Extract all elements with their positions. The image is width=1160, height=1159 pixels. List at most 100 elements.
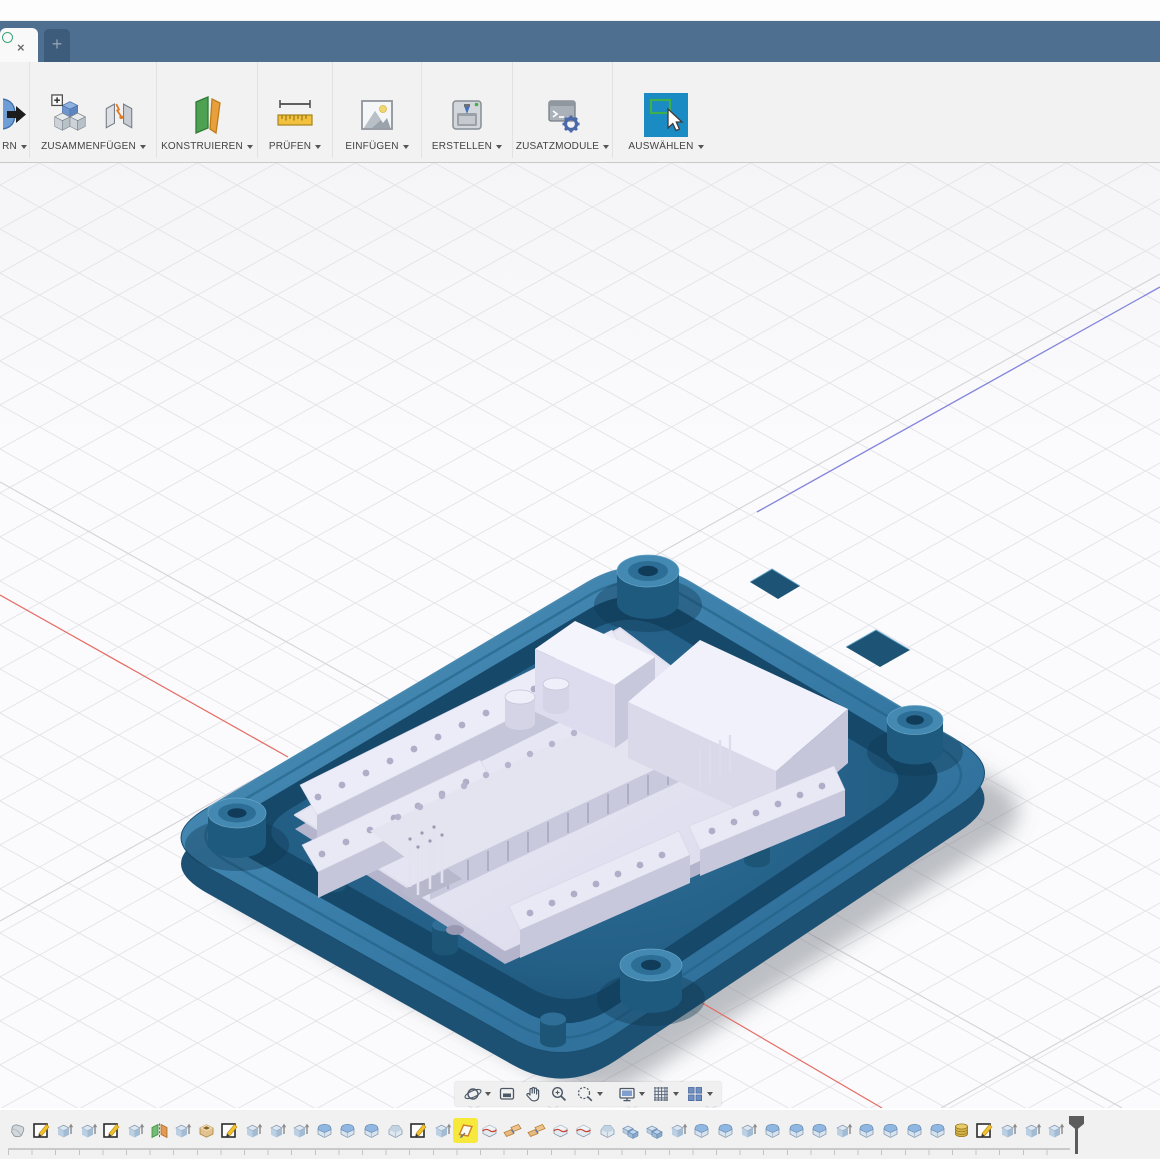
sketch-feature-icon[interactable] xyxy=(102,1121,121,1140)
pan-button[interactable] xyxy=(520,1082,546,1106)
new-tab-button[interactable]: + xyxy=(44,29,70,62)
mirror-feature-icon[interactable] xyxy=(150,1121,169,1140)
extrude-feature-icon[interactable] xyxy=(1046,1121,1065,1140)
sketch-feature-icon[interactable] xyxy=(32,1121,51,1140)
extrude-feature-icon[interactable] xyxy=(126,1121,145,1140)
extrude-feature-icon[interactable] xyxy=(834,1121,853,1140)
extrude-feature-icon[interactable] xyxy=(739,1121,758,1140)
split-feature-icon[interactable] xyxy=(574,1121,593,1140)
toolbar-group-inspect[interactable]: PRÜFEN xyxy=(258,62,333,158)
press-pull-icon[interactable] xyxy=(3,93,27,137)
extrude-feature-icon[interactable] xyxy=(244,1121,263,1140)
toolbar-group-label[interactable]: KONSTRUIEREN xyxy=(161,141,253,152)
fillet-feature-icon[interactable] xyxy=(928,1121,947,1140)
toolbar-group-label[interactable]: ZUSATZMODULE xyxy=(516,141,609,152)
extrude-feature-icon[interactable] xyxy=(999,1121,1018,1140)
chevron-down-icon xyxy=(673,1092,679,1096)
3d-print-icon[interactable] xyxy=(445,93,489,137)
sketch-feature-icon[interactable] xyxy=(409,1121,428,1140)
zoom-button[interactable] xyxy=(546,1082,572,1106)
toolbar-group-label[interactable]: ZUSAMMENFÜGEN xyxy=(41,141,146,152)
coil-feature-icon[interactable] xyxy=(952,1121,971,1140)
fusion360-window: × + RN xyxy=(0,0,1160,1159)
fillet-feature-icon[interactable] xyxy=(787,1121,806,1140)
extrude-feature-icon[interactable] xyxy=(433,1121,452,1140)
scripts-addins-icon[interactable] xyxy=(541,93,585,137)
sketch-feature-icon[interactable] xyxy=(220,1121,239,1140)
measure-icon[interactable] xyxy=(273,93,317,137)
chevron-down-icon xyxy=(639,1092,645,1096)
window-top-strip xyxy=(0,0,1160,21)
combine-feature-icon[interactable] xyxy=(645,1121,664,1140)
joint-icon[interactable] xyxy=(99,93,139,137)
chevron-down-icon xyxy=(698,145,704,149)
toolbar-group-construct[interactable]: KONSTRUIEREN xyxy=(157,62,258,158)
fillet-feature-icon[interactable] xyxy=(763,1121,782,1140)
timeline-track[interactable] xyxy=(8,1148,1070,1155)
zoom-icon xyxy=(549,1084,569,1104)
toolbar-group-addins[interactable]: ZUSATZMODULE xyxy=(513,62,613,158)
toolbar-group-label[interactable]: RN xyxy=(2,141,27,152)
grid-display-button[interactable] xyxy=(648,1082,682,1106)
extrude-feature-icon[interactable] xyxy=(79,1121,98,1140)
orbit-button[interactable] xyxy=(460,1082,494,1106)
construction-plane-icon[interactable] xyxy=(185,93,229,137)
fillet-feature-icon[interactable] xyxy=(716,1121,735,1140)
toolbar-group-label[interactable]: ERSTELLEN xyxy=(432,141,502,152)
grid-display-icon xyxy=(651,1084,671,1104)
display-settings-button[interactable] xyxy=(614,1082,648,1106)
extrude-feature-icon[interactable] xyxy=(55,1121,74,1140)
draft-feature-icon[interactable] xyxy=(503,1121,522,1140)
chevron-down-icon xyxy=(247,145,253,149)
tab-close-icon[interactable]: × xyxy=(17,41,25,54)
chevron-down-icon xyxy=(485,1092,491,1096)
zoom-window-button[interactable] xyxy=(572,1082,606,1106)
extrude-feature-icon[interactable] xyxy=(173,1121,192,1140)
fillet-feature-icon[interactable] xyxy=(857,1121,876,1140)
fillet-feature-icon[interactable] xyxy=(692,1121,711,1140)
toolbar-group-make[interactable]: ERSTELLEN xyxy=(422,62,513,158)
document-tab[interactable]: × xyxy=(0,28,38,62)
fillet-feature-icon[interactable] xyxy=(881,1121,900,1140)
extrude-feature-icon[interactable] xyxy=(268,1121,287,1140)
viewports-icon xyxy=(685,1084,705,1104)
toolbar-group-label[interactable]: AUSWÄHLEN xyxy=(628,141,703,152)
combine-feature-icon[interactable] xyxy=(621,1121,640,1140)
fillet-feature-icon[interactable] xyxy=(810,1121,829,1140)
fillet-feature-icon[interactable] xyxy=(362,1121,381,1140)
chamfer-feature-icon[interactable] xyxy=(386,1121,405,1140)
toolbar-group-select[interactable]: AUSWÄHLEN xyxy=(613,62,719,158)
display-settings-icon xyxy=(617,1084,637,1104)
toolbar-group-insert[interactable]: EINFÜGEN xyxy=(333,62,422,158)
form-feature-icon[interactable] xyxy=(8,1121,27,1140)
viewports-button[interactable] xyxy=(682,1082,716,1106)
chevron-down-icon xyxy=(403,145,409,149)
toolbar-group-assemble[interactable]: ZUSAMMENFÜGEN xyxy=(31,62,157,158)
pan-icon xyxy=(523,1084,543,1104)
plane-feature-icon[interactable] xyxy=(456,1121,475,1140)
fillet-feature-icon[interactable] xyxy=(338,1121,357,1140)
new-component-icon[interactable] xyxy=(49,93,91,137)
draft-feature-icon[interactable] xyxy=(527,1121,546,1140)
toolbar-group-modify-cropped[interactable]: RN xyxy=(0,62,30,158)
shell-feature-icon[interactable] xyxy=(197,1121,216,1140)
select-tool-icon[interactable] xyxy=(643,92,689,138)
view-navigation-bar xyxy=(455,1082,721,1106)
fillet-feature-icon[interactable] xyxy=(315,1121,334,1140)
extrude-feature-icon[interactable] xyxy=(291,1121,310,1140)
look-at-button[interactable] xyxy=(494,1082,520,1106)
extrude-feature-icon[interactable] xyxy=(669,1121,688,1140)
sketch-feature-icon[interactable] xyxy=(975,1121,994,1140)
scene-svg xyxy=(0,163,1160,1108)
split-feature-icon[interactable] xyxy=(551,1121,570,1140)
fillet-feature-icon[interactable] xyxy=(905,1121,924,1140)
extrude-feature-icon[interactable] xyxy=(1023,1121,1042,1140)
insert-image-icon[interactable] xyxy=(355,93,399,137)
toolbar-group-label[interactable]: EINFÜGEN xyxy=(345,141,408,152)
chevron-down-icon xyxy=(140,145,146,149)
toolbar-group-label[interactable]: PRÜFEN xyxy=(269,141,321,152)
split-feature-icon[interactable] xyxy=(480,1121,499,1140)
viewport-3d[interactable] xyxy=(0,163,1160,1108)
timeline-playhead-stem[interactable] xyxy=(1075,1116,1078,1154)
chamfer-feature-icon[interactable] xyxy=(598,1121,617,1140)
